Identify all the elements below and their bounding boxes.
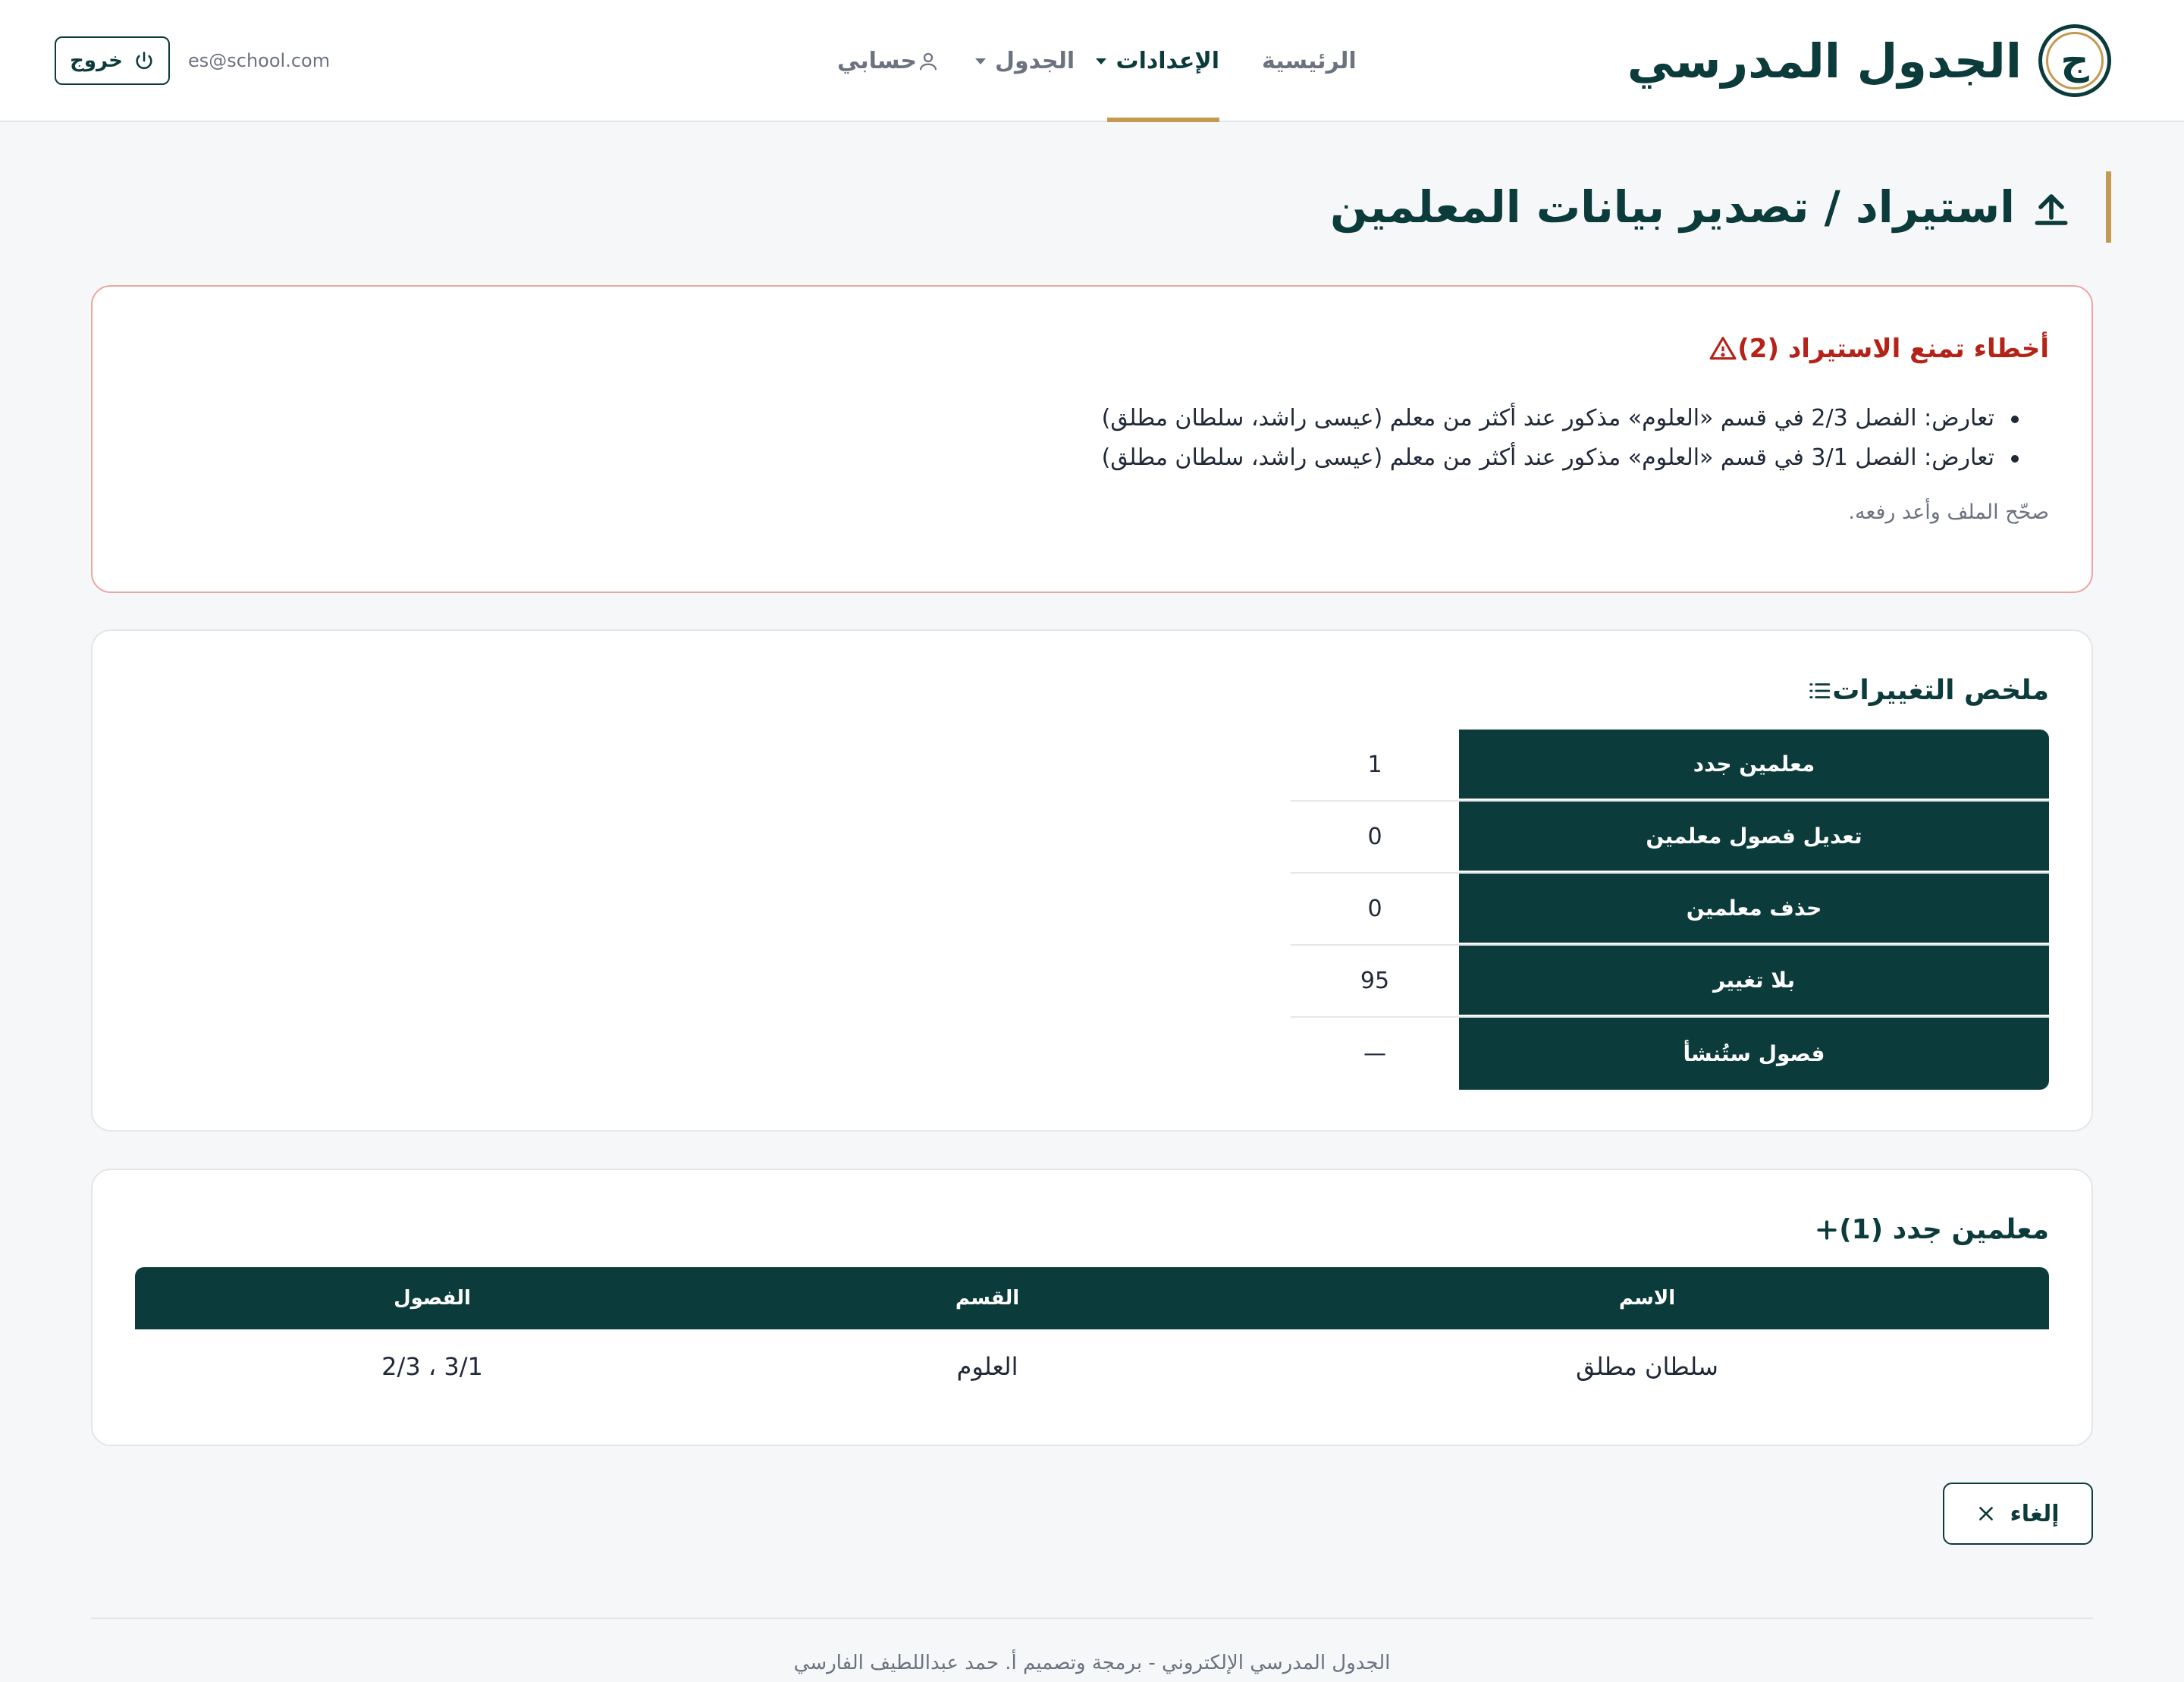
- column-header-classes: الفصول: [394, 1287, 471, 1310]
- summary-value: 95: [1360, 968, 1390, 994]
- chevron-down-icon: [975, 58, 986, 64]
- column-header-dept: القسم: [955, 1287, 1020, 1310]
- summary-label: معلمين جدد: [1459, 730, 2049, 800]
- table-row: تعديل فصول معلمين 0: [1291, 802, 2049, 874]
- top-navbar: ج الجدول المدرسي الرئيسية الإعدادات الجد…: [0, 0, 2184, 122]
- nav-settings-label: الإعدادات: [1116, 48, 1219, 74]
- new-teachers-card: معلمين جدد (1) الاسم القسم الفصول سلطان …: [91, 1169, 2093, 1446]
- page-title: استيراد / تصدير بيانات المعلمين: [1329, 181, 2015, 233]
- table-row: بلا تغيير 95: [1291, 946, 2049, 1018]
- summary-value: 1: [1367, 752, 1382, 778]
- teacher-classes: 3/1 ، 2/3: [381, 1352, 483, 1381]
- errors-title-text: أخطاء تمنع الاستيراد (2): [1737, 334, 2049, 364]
- teacher-name: سلطان مطلق: [1576, 1352, 1718, 1381]
- cancel-button[interactable]: إلغاء: [1943, 1483, 2093, 1545]
- table-header: الاسم القسم الفصول: [135, 1267, 2049, 1329]
- nav-schedule[interactable]: الجدول: [975, 0, 1075, 122]
- brand-logo: ج: [2038, 24, 2111, 97]
- error-item: تعارض: الفصل 3/1 في قسم «العلوم» مذكور ع…: [1102, 438, 2019, 478]
- summary-label: حذف معلمين: [1459, 874, 2049, 944]
- summary-label: بلا تغيير: [1459, 946, 2049, 1016]
- warning-icon: [1709, 337, 1737, 360]
- chevron-down-icon: [1096, 58, 1107, 64]
- table-row: معلمين جدد 1: [1291, 730, 2049, 802]
- nav-home[interactable]: الرئيسية: [1262, 0, 1357, 122]
- cancel-label: إلغاء: [2010, 1500, 2060, 1527]
- errors-hint: صحّح الملف وأعد رفعه.: [1848, 501, 2049, 524]
- summary-value: 0: [1367, 896, 1382, 922]
- footer-text: الجدول المدرسي الإلكتروني - برمجة وتصميم…: [793, 1652, 1391, 1674]
- nav-account-label: حسابي: [837, 48, 918, 74]
- table-row: فصول ستُنشأ —: [1291, 1018, 2049, 1090]
- summary-value: —: [1363, 1040, 1386, 1067]
- summary-card: ملخص التغييرات معلمين جدد 1 تعديل فصول م…: [91, 629, 2093, 1131]
- new-teachers-title-text: معلمين جدد (1): [1839, 1214, 2049, 1245]
- nav-account[interactable]: حسابي: [837, 0, 943, 122]
- power-icon: [136, 52, 152, 70]
- errors-title: أخطاء تمنع الاستيراد (2): [1701, 334, 2049, 364]
- page-header: استيراد / تصدير بيانات المعلمين: [1330, 171, 2111, 243]
- close-icon: [1979, 1507, 1994, 1520]
- column-header-name: الاسم: [1618, 1287, 1676, 1310]
- errors-card: أخطاء تمنع الاستيراد (2) تعارض: الفصل 2/…: [91, 285, 2093, 593]
- summary-label: فصول ستُنشأ: [1459, 1018, 2049, 1090]
- brand-logo-letter: ج: [2046, 32, 2104, 89]
- table-row: حذف معلمين 0: [1291, 874, 2049, 946]
- list-icon: [1809, 683, 1831, 698]
- logout-label: خروج: [70, 49, 123, 72]
- nav-settings[interactable]: الإعدادات: [1096, 0, 1219, 122]
- user-icon: [919, 52, 937, 70]
- brand[interactable]: ج الجدول المدرسي: [1627, 23, 2111, 99]
- summary-table: معلمين جدد 1 تعديل فصول معلمين 0 حذف معل…: [1291, 730, 2049, 1090]
- plus-icon: [1817, 1219, 1837, 1240]
- logout-button[interactable]: خروج: [55, 36, 170, 85]
- summary-value: 0: [1367, 824, 1382, 850]
- nav-schedule-label: الجدول: [995, 48, 1075, 74]
- summary-title: ملخص التغييرات: [1796, 675, 2049, 706]
- app-title: الجدول المدرسي: [1627, 33, 2022, 89]
- teacher-dept: العلوم: [956, 1352, 1018, 1381]
- upload-icon: [2035, 194, 2068, 225]
- summary-label: تعديل فصول معلمين: [1459, 802, 2049, 872]
- new-teachers-title: معلمين جدد (1): [1804, 1214, 2049, 1245]
- nav-home-label: الرئيسية: [1262, 48, 1357, 74]
- errors-list: تعارض: الفصل 2/3 في قسم «العلوم» مذكور ع…: [1102, 399, 2019, 478]
- error-item: تعارض: الفصل 2/3 في قسم «العلوم» مذكور ع…: [1102, 399, 2019, 438]
- user-email: es@school.com: [188, 50, 331, 71]
- summary-title-text: ملخص التغييرات: [1832, 675, 2049, 706]
- new-teachers-table: الاسم القسم الفصول سلطان مطلق العلوم 3/1…: [135, 1267, 2049, 1404]
- footer-divider: [91, 1618, 2093, 1619]
- table-row: سلطان مطلق العلوم 3/1 ، 2/3: [135, 1329, 2049, 1404]
